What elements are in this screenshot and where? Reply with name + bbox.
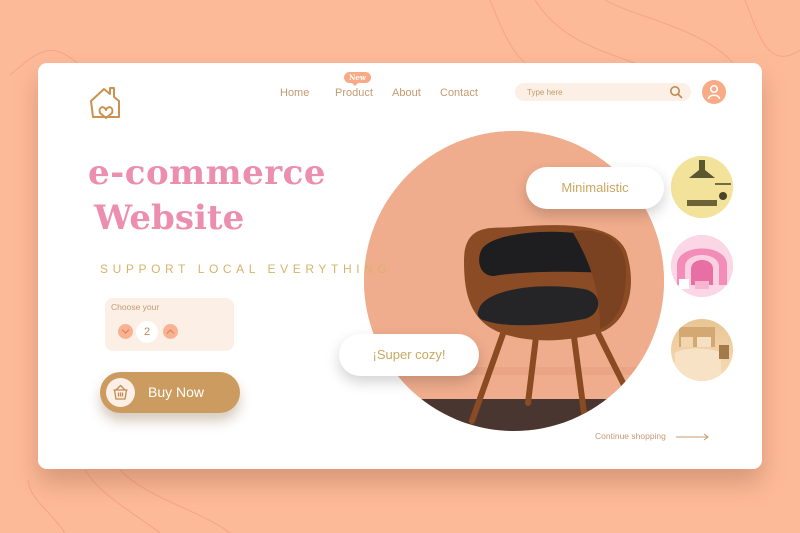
tag-super-cozy: ¡Super cozy! [339,334,479,376]
user-icon [707,84,721,100]
home-heart-logo-icon[interactable] [86,83,126,123]
quantity-stepper: Choose your 2 [105,298,234,351]
hero-title-line1: e-commerce [88,153,326,193]
nav-contact[interactable]: Contact [440,87,478,99]
bedroom-image [675,327,729,381]
continue-shopping-link[interactable]: Continue shopping [595,431,710,441]
quantity-label: Choose your [111,302,160,312]
search-icon[interactable] [669,85,683,99]
buy-now-label: Buy Now [148,384,205,400]
quantity-increment-button[interactable] [163,324,178,339]
arrow-right-icon [676,433,710,441]
basket-icon [113,384,128,400]
basket-icon-circle [106,378,135,407]
new-badge: New [344,72,371,86]
nav-about[interactable]: About [392,87,421,99]
quantity-decrement-button[interactable] [118,324,133,339]
tag-minimalistic: Minimalistic [526,167,664,209]
chevron-down-icon [121,329,130,334]
continue-shopping-label: Continue shopping [595,431,666,441]
user-avatar-button[interactable] [702,80,726,104]
thumbnail-pink-room[interactable] [671,235,733,297]
search-input[interactable] [527,85,657,99]
nav-home[interactable]: Home [280,87,309,99]
hero-title-line2: Website [94,198,245,238]
kitchen-image [671,156,733,218]
hero-tagline: SUPPORT LOCAL EVERYTHING [100,262,392,276]
quantity-value[interactable]: 2 [136,321,158,343]
pink-room-image [671,235,733,297]
nav-product[interactable]: Product [335,87,373,99]
thumbnail-kitchen[interactable] [671,156,733,218]
chevron-up-icon [166,329,175,334]
thumbnail-bedroom[interactable] [671,319,733,381]
main-card: Home New Product About Contact e-commerc… [38,63,762,469]
buy-now-button[interactable]: Buy Now [100,372,240,413]
search-bar [515,83,691,101]
